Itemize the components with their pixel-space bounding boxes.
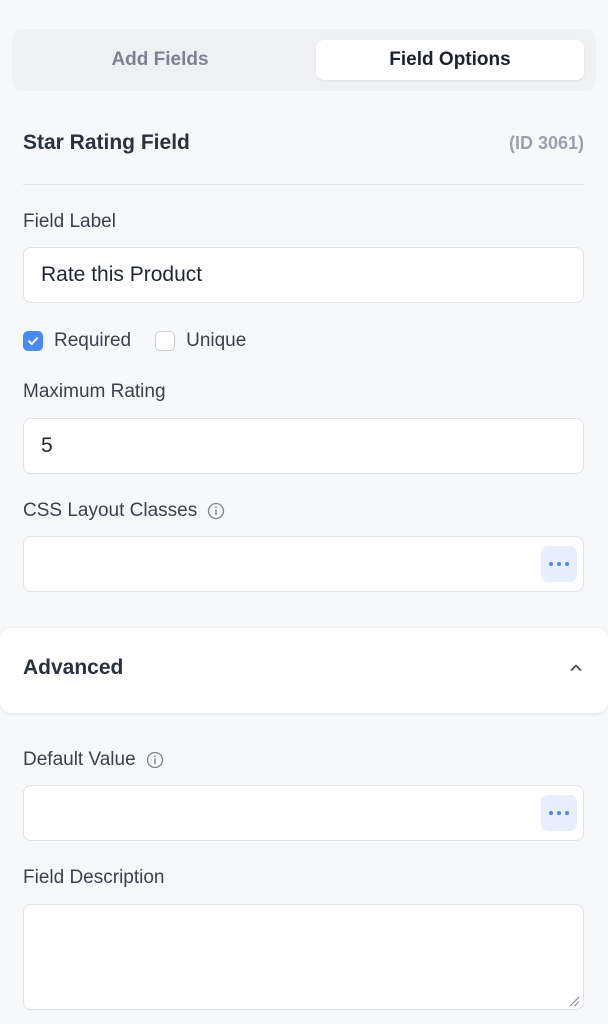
- field-label-value: Rate this Product: [41, 263, 203, 286]
- required-checkbox[interactable]: Required: [23, 330, 131, 352]
- css-classes-more-button[interactable]: [541, 546, 577, 582]
- default-value-label: Default Value: [23, 749, 164, 771]
- css-classes-input[interactable]: [23, 536, 584, 592]
- field-label-label-text: Field Label: [23, 211, 116, 232]
- required-label: Required: [54, 330, 132, 351]
- field-description-label: Field Description: [23, 867, 165, 889]
- css-classes-label-text: CSS Layout Classes: [23, 500, 198, 521]
- field-description-textarea[interactable]: [23, 904, 584, 1010]
- default-value-more-button[interactable]: [541, 795, 577, 831]
- max-rating-label-text: Maximum Rating: [23, 381, 166, 402]
- field-header: Star Rating Field (ID 3061): [23, 127, 584, 159]
- check-icon[interactable]: [23, 331, 43, 351]
- info-icon[interactable]: [207, 502, 225, 520]
- ellipsis-icon: [549, 562, 569, 566]
- css-classes-label: CSS Layout Classes: [23, 500, 225, 522]
- field-id-text: (ID 3061): [508, 132, 584, 153]
- field-description-label-text: Field Description: [23, 867, 165, 888]
- unique-label: Unique: [186, 330, 247, 351]
- max-rating-input[interactable]: 5: [23, 418, 584, 474]
- unchecked-box-icon[interactable]: [155, 331, 176, 351]
- advanced-section-toggle[interactable]: Advanced: [0, 628, 608, 713]
- tab-field-options[interactable]: Field Options: [316, 40, 584, 80]
- chevron-up-icon[interactable]: [568, 660, 584, 676]
- field-label-label: Field Label: [23, 211, 116, 233]
- field-options-checkboxes: Required Unique: [23, 328, 270, 354]
- sidebar-tabs: Add Fields Field Options: [12, 29, 596, 91]
- resize-handle-icon[interactable]: [568, 994, 580, 1007]
- unique-checkbox[interactable]: Unique: [155, 330, 246, 352]
- ellipsis-icon: [549, 811, 569, 815]
- max-rating-value: 5: [41, 434, 53, 457]
- field-type-title: Star Rating Field: [23, 131, 190, 154]
- header-divider: [23, 184, 584, 185]
- default-value-label-text: Default Value: [23, 749, 136, 770]
- max-rating-label: Maximum Rating: [23, 381, 166, 403]
- info-icon[interactable]: [146, 751, 164, 769]
- advanced-section-title: Advanced: [23, 656, 124, 679]
- tab-add-fields[interactable]: Add Fields: [26, 40, 294, 80]
- default-value-input[interactable]: [23, 785, 584, 841]
- field-label-input[interactable]: Rate this Product: [23, 247, 584, 303]
